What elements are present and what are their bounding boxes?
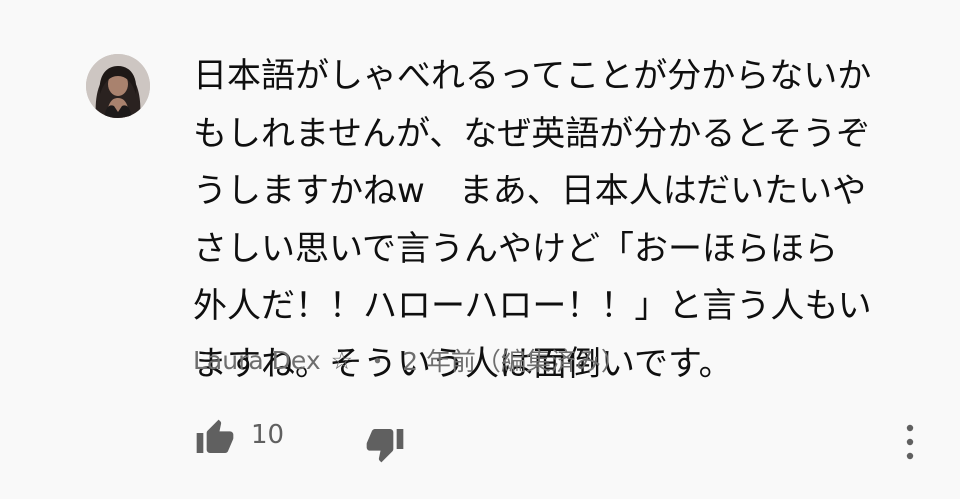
- user-avatar-image: [86, 54, 150, 118]
- more-vertical-icon: [906, 424, 914, 460]
- dislike-button[interactable]: [363, 424, 407, 464]
- more-options-button[interactable]: [898, 420, 922, 464]
- comment-meta: Laura Dex ☆ ・ 2 年前（編集済み）: [193, 340, 626, 380]
- avatar[interactable]: [86, 54, 150, 118]
- thumbs-down-icon: [366, 429, 404, 463]
- author-badge: ☆: [330, 345, 354, 375]
- comment-actions: 10: [193, 414, 933, 464]
- thumbs-up-icon: [196, 419, 234, 453]
- like-count: 10: [251, 420, 285, 450]
- like-button[interactable]: [193, 418, 237, 458]
- meta-separator: ・: [365, 347, 391, 376]
- comment-timestamp[interactable]: 2 年前（編集済み）: [402, 342, 626, 378]
- author-name[interactable]: Laura Dex: [193, 346, 321, 375]
